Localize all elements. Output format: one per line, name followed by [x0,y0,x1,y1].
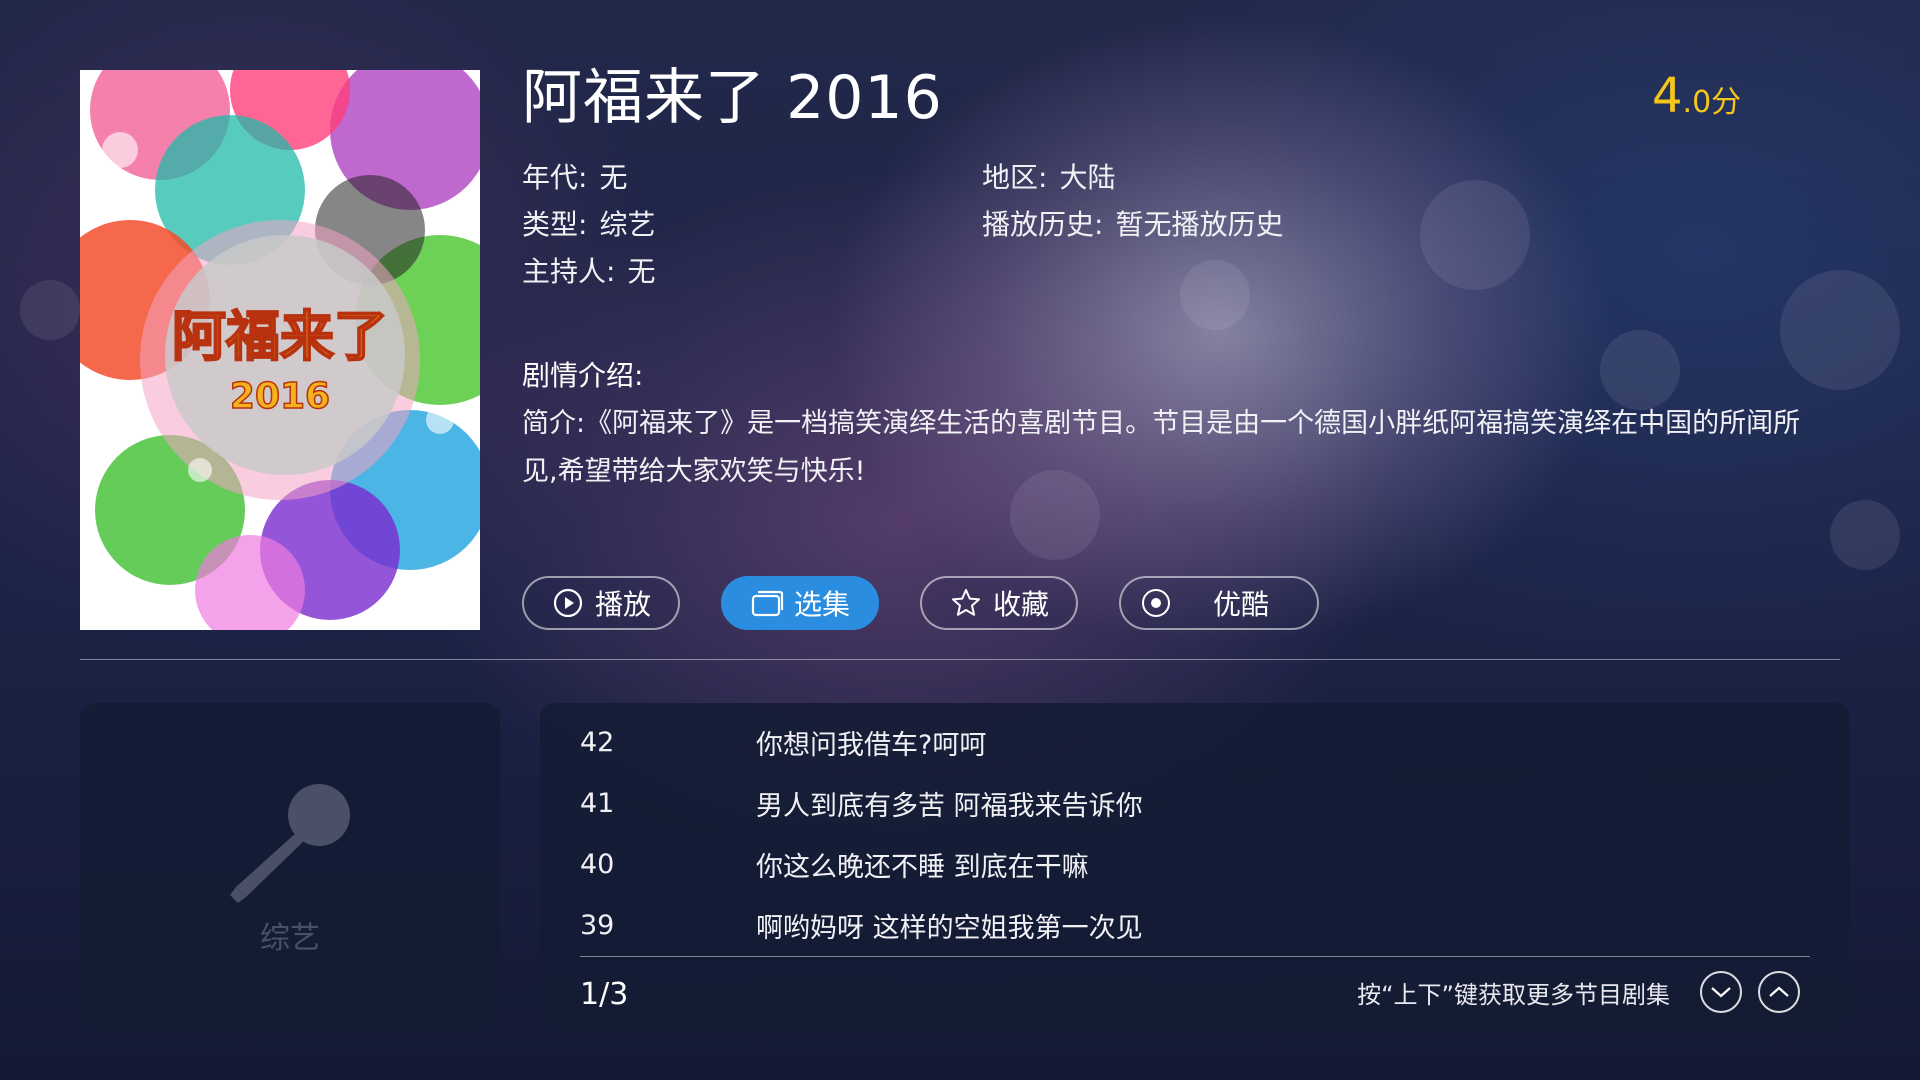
meta-host-value: 无 [627,255,656,288]
episodes-icon [750,586,784,620]
play-button-label: 播放 [594,588,651,621]
episode-number: 39 [580,909,615,941]
episode-row[interactable]: 39 啊哟妈呀 这样的空姐我第一次见 [580,895,1143,955]
play-icon [551,586,585,620]
category-card: 综艺 [80,703,500,1029]
bokeh-decoration [1600,330,1680,410]
meta-region: 地区: 大陆 [982,160,1115,196]
chevron-up-icon [1769,986,1789,997]
meta-host: 主持人: 无 [522,254,655,290]
episode-title: 你想问我借车?呵呵 [756,729,987,761]
page-indicator: 1/3 [580,977,629,1012]
star-icon [949,586,983,620]
source-radio-icon [1139,586,1173,620]
meta-genre-value: 综艺 [599,208,656,241]
section-divider [80,659,1840,660]
episode-number: 41 [580,787,615,819]
episode-row[interactable]: 41 男人到底有多苦 阿福我来告诉你 [580,773,1143,833]
bokeh-decoration [1780,270,1900,390]
episode-list-panel: 42 你想问我借车?呵呵 41 男人到底有多苦 阿福我来告诉你 40 你这么晚还… [540,703,1850,1029]
description-heading: 剧情介绍: [522,359,644,392]
meta-host-label: 主持人: [522,255,616,288]
show-title: 阿福来了 2016 [522,63,943,133]
page-down-button[interactable] [1700,971,1742,1013]
episode-title: 男人到底有多苦 阿福我来告诉你 [756,790,1143,822]
favorite-button[interactable]: 收藏 [920,576,1078,630]
bokeh-decoration [20,280,80,340]
category-label: 综艺 [260,921,320,956]
navigation-hint: 按“上下”键获取更多节目剧集 [1357,981,1670,1009]
meta-era-label: 年代: [522,161,588,194]
microphone-icon [230,784,350,903]
meta-era: 年代: 无 [522,160,627,196]
episode-number: 40 [580,848,615,880]
poster-title-text: 阿福来了 [172,305,388,368]
meta-region-value: 大陆 [1059,161,1116,194]
episodes-button[interactable]: 选集 [721,576,879,630]
list-divider [580,956,1810,957]
episode-title: 你这么晚还不睡 到底在干嘛 [756,851,1089,883]
episode-row[interactable]: 40 你这么晚还不睡 到底在干嘛 [580,834,1089,894]
episode-row[interactable]: 42 你想问我借车?呵呵 [580,712,986,772]
episodes-button-label: 选集 [793,588,850,621]
meta-history: 播放历史: 暂无播放历史 [982,207,1283,243]
poster-artwork: 阿福来了 2016 [80,70,480,630]
chevron-down-icon [1711,987,1731,998]
meta-genre: 类型: 综艺 [522,207,655,243]
source-button-label: 优酷 [1213,588,1270,621]
description-body: 简介:《阿福来了》是一档搞笑演绎生活的喜剧节目。节目是由一个德国小胖纸阿福搞笑演… [522,408,1801,487]
meta-history-label: 播放历史: [982,208,1104,241]
play-button[interactable]: 播放 [522,576,680,630]
poster-year-text: 2016 [230,376,330,417]
meta-region-label: 地区: [982,161,1048,194]
episode-title: 啊哟妈呀 这样的空姐我第一次见 [756,912,1143,944]
bokeh-decoration [1830,500,1900,570]
favorite-button-label: 收藏 [992,588,1049,621]
score-integer: 4 [1652,68,1683,124]
page-up-button[interactable] [1758,971,1800,1013]
source-button[interactable]: 优酷 [1119,576,1319,630]
rating-score: 4.0分 [1652,68,1741,124]
meta-history-value: 暂无播放历史 [1115,208,1284,241]
show-poster: 阿福来了 2016 [80,70,480,630]
episode-number: 42 [580,726,615,758]
meta-genre-label: 类型: [522,208,588,241]
bokeh-decoration [1420,180,1530,290]
bokeh-decoration [1180,260,1250,330]
score-decimal: .0分 [1682,85,1742,120]
meta-era-value: 无 [599,161,628,194]
